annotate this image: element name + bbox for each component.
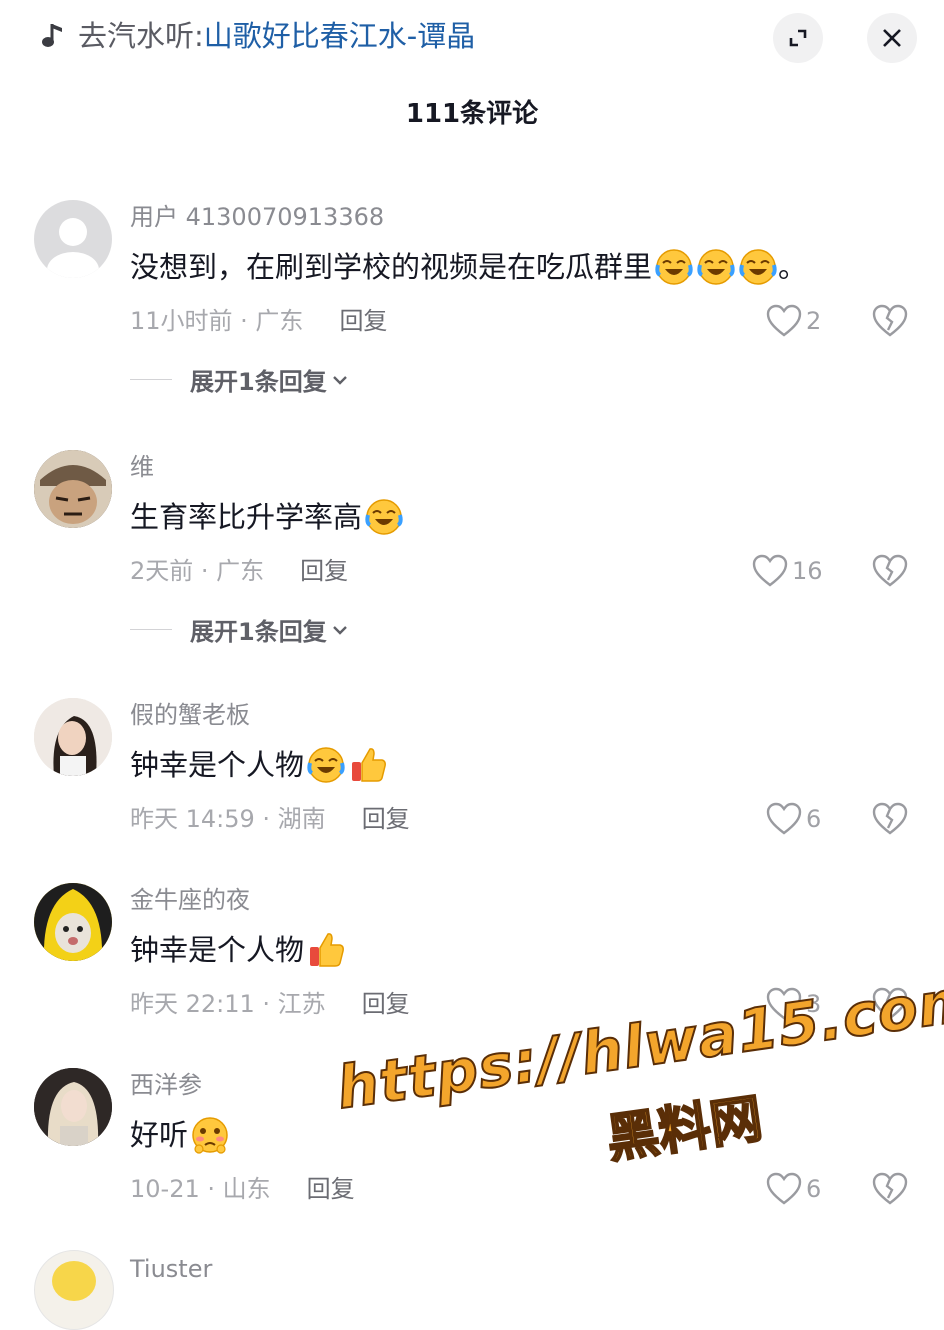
avatar[interactable] [34, 450, 112, 528]
reply-button[interactable]: 回复 [300, 554, 348, 588]
close-button[interactable] [867, 13, 917, 63]
heart-icon [766, 1172, 802, 1205]
comment-body: 好听 [130, 1118, 189, 1152]
comment-count-title: 111条评论 [405, 99, 539, 129]
broken-heart-icon[interactable] [872, 304, 908, 338]
expand-button[interactable] [773, 13, 823, 63]
avatar[interactable] [34, 1068, 112, 1146]
divider [130, 629, 172, 630]
expand-replies-label: 展开1条回复 [190, 618, 327, 646]
comment-text: 好听 [130, 1114, 230, 1156]
thumbs-up-emoji-icon [310, 933, 344, 967]
comment-meta: 昨天 14:59 · 湖南 回复 [130, 802, 410, 836]
avatar[interactable] [34, 200, 112, 278]
comment-username[interactable]: 维 [130, 450, 154, 484]
reply-button[interactable]: 回复 [307, 1172, 355, 1206]
like-count: 6 [806, 1175, 822, 1203]
comment-body: 钟幸是个人物 [130, 748, 305, 782]
comment-username[interactable]: Tiuster [130, 1252, 212, 1286]
laughing-crying-emoji-icon [697, 249, 735, 285]
reply-button[interactable]: 回复 [362, 987, 410, 1021]
comment-text: 没想到，在刷到学校的视频是在吃瓜群里 。 [130, 246, 807, 288]
cartoon-avatar-icon [52, 1261, 96, 1301]
comment-body: 钟幸是个人物 [130, 933, 305, 967]
cartoon-avatar-icon [34, 450, 112, 528]
like-button[interactable]: 6 [766, 1172, 821, 1206]
comment-username[interactable]: 西洋参 [130, 1068, 202, 1102]
watermark-site-name: 黑料网 [602, 1088, 767, 1171]
expand-replies-label: 展开1条回复 [190, 368, 327, 396]
laughing-crying-emoji-icon [307, 747, 345, 783]
avatar[interactable] [34, 698, 112, 776]
default-avatar-icon [47, 218, 99, 278]
comment-text: 钟幸是个人物 [130, 744, 388, 786]
top-bar: 去汽水听:山歌好比春江水-谭晶 [0, 0, 944, 76]
like-button[interactable]: 6 [766, 802, 821, 836]
watermark: https://hlwa15.com 黑料网 [330, 957, 944, 1233]
comment-meta: 10-21 · 山东 回复 [130, 1172, 355, 1206]
chevron-down-icon [332, 375, 347, 385]
heart-icon [752, 554, 788, 587]
close-icon [883, 29, 901, 47]
comment-time-location: 昨天 22:11 · 江苏 [130, 990, 326, 1018]
music-prefix: 去汽水听: [78, 19, 204, 53]
like-count: 16 [792, 557, 823, 585]
broken-heart-icon[interactable] [872, 802, 908, 836]
broken-heart-icon[interactable] [872, 1172, 908, 1206]
divider [130, 379, 172, 380]
photo-avatar-icon [34, 698, 112, 776]
like-button[interactable]: 16 [752, 554, 823, 588]
comment-time-location: 昨天 14:59 · 湖南 [130, 805, 326, 833]
expand-replies-button[interactable]: 展开1条回复 [130, 362, 349, 397]
comment-username[interactable]: 用户 4130070913368 [130, 200, 384, 234]
music-link[interactable]: 去汽水听:山歌好比春江水-谭晶 [78, 16, 475, 56]
comment-body: 没想到，在刷到学校的视频是在吃瓜群里 [130, 250, 653, 284]
comment-username[interactable]: 假的蟹老板 [130, 698, 250, 732]
comment-body: 生育率比升学率高 [130, 500, 363, 534]
avatar[interactable] [34, 883, 112, 961]
shy-face-emoji-icon [192, 1117, 228, 1154]
thumbs-up-emoji-icon [352, 748, 386, 782]
laughing-crying-emoji-icon [739, 249, 777, 285]
like-count: 6 [806, 805, 822, 833]
laughing-crying-emoji-icon [365, 499, 403, 535]
comment-tail: 。 [778, 250, 808, 284]
comment-username[interactable]: 金牛座的夜 [130, 883, 250, 917]
comment-text: 生育率比升学率高 [130, 496, 404, 538]
comment-text: 钟幸是个人物 [130, 929, 346, 971]
avatar[interactable] [34, 1250, 114, 1330]
comment-meta: 2天前 · 广东 回复 [130, 554, 348, 588]
expand-icon [789, 29, 807, 47]
photo-avatar-icon [34, 1068, 112, 1146]
comment-time-location: 10-21 · 山东 [130, 1175, 271, 1203]
music-note-icon [42, 24, 62, 47]
banana-cat-avatar-icon [34, 883, 112, 961]
comment-time-location: 2天前 · 广东 [130, 557, 265, 585]
broken-heart-icon[interactable] [872, 554, 908, 588]
heart-icon [766, 802, 802, 835]
reply-button[interactable]: 回复 [362, 802, 410, 836]
music-title[interactable]: 山歌好比春江水-谭晶 [204, 19, 475, 53]
heart-icon [766, 304, 802, 337]
comment-meta: 11小时前 · 广东 回复 [130, 304, 387, 338]
expand-replies-button[interactable]: 展开1条回复 [130, 612, 349, 647]
like-count: 2 [806, 307, 822, 335]
comment-time-location: 11小时前 · 广东 [130, 307, 304, 335]
laughing-crying-emoji-icon [655, 249, 693, 285]
reply-button[interactable]: 回复 [339, 304, 387, 338]
comment-meta: 昨天 22:11 · 江苏 回复 [130, 987, 410, 1021]
chevron-down-icon [332, 625, 347, 635]
like-button[interactable]: 2 [766, 304, 821, 338]
